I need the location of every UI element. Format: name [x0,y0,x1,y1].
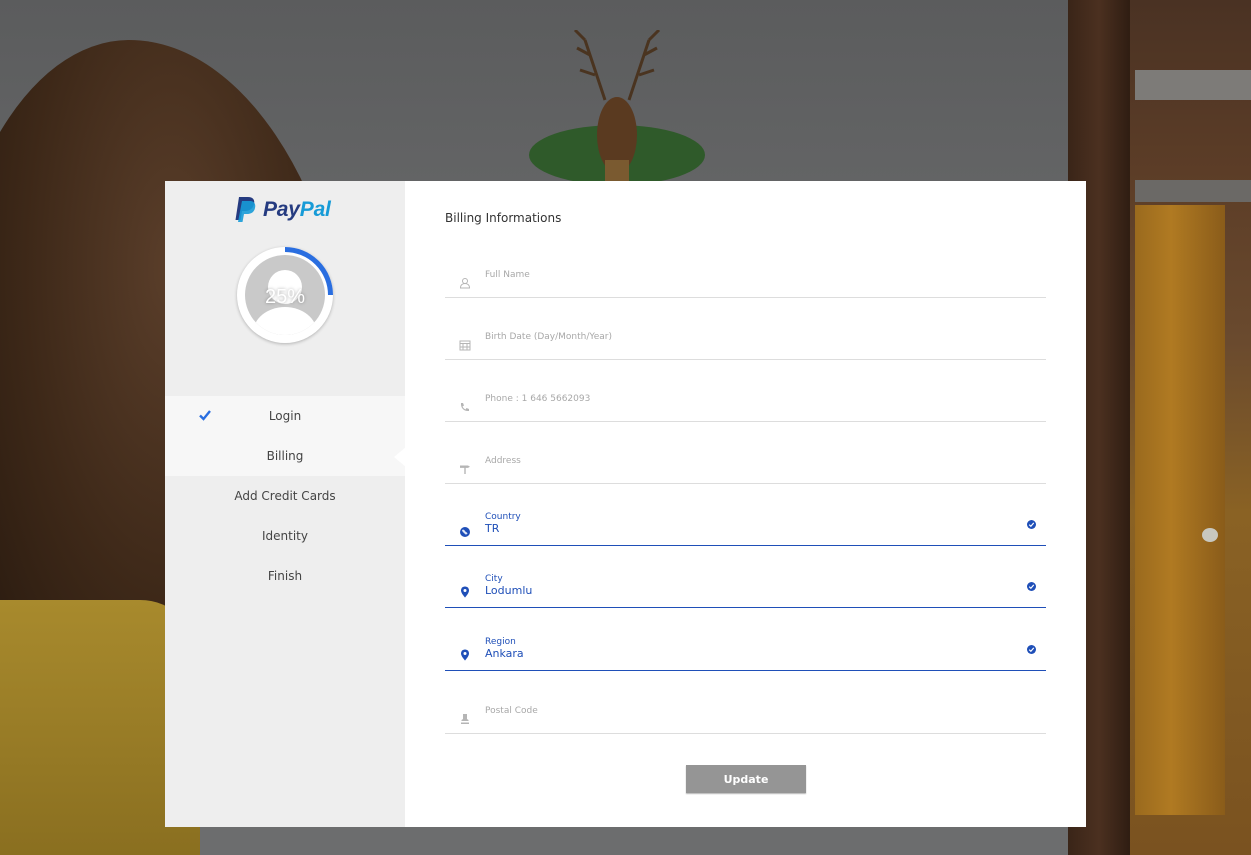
checkmark-icon [199,410,211,421]
deer-trophy-decoration [529,30,705,190]
postal-code-placeholder: Postal Code [485,706,538,716]
sidebar: PayPal 25% Login Billing Add Credit Card… [165,181,406,827]
step-label: Billing [266,449,304,463]
region-label: Region [485,637,516,647]
page-title: Billing Informations [445,211,562,225]
city-label: City [485,574,503,584]
city-field[interactable]: City Lodumlu [445,564,1046,608]
profile-progress: 25% [237,247,333,343]
step-finish[interactable]: Finish [165,556,405,596]
step-add-credit-cards[interactable]: Add Credit Cards [165,476,405,516]
map-pin-icon [461,649,469,661]
signpost-icon [460,465,470,474]
paypal-wordmark: PayPal [263,197,331,221]
phone-field[interactable]: Phone : 1 646 5662093 [445,378,1046,422]
step-list: Login Billing Add Credit Cards Identity … [165,396,406,596]
address-field[interactable]: Address [445,440,1046,484]
step-label: Identity [262,529,308,543]
calendar-icon [459,340,471,351]
step-billing[interactable]: Billing [165,436,406,476]
city-value: Lodumlu [485,584,533,597]
update-button[interactable]: Update [686,765,806,793]
paypal-p-icon [235,197,256,222]
phone-placeholder: Phone : 1 646 5662093 [485,394,591,404]
step-identity[interactable]: Identity [165,516,405,556]
check-circle-icon [1027,520,1036,529]
region-field[interactable]: Region Ankara [445,627,1046,671]
check-circle-icon [1027,645,1036,654]
globe-icon [460,527,470,537]
country-label: Country [485,512,521,522]
user-icon [459,278,471,289]
step-label: Login [268,409,302,423]
map-pin-icon [461,586,469,598]
registration-card: PayPal 25% Login Billing Add Credit Card… [165,181,1086,827]
postal-code-field[interactable]: Postal Code [445,690,1046,734]
step-login[interactable]: Login [165,396,405,436]
birth-date-placeholder: Birth Date (Day/Month/Year) [485,332,612,342]
paypal-logo: PayPal [233,196,331,223]
region-value: Ankara [485,647,524,660]
country-field[interactable]: Country TR [445,502,1046,546]
step-label: Finish [267,569,303,583]
phone-icon [460,403,469,412]
country-value: TR [485,522,500,535]
birth-date-field[interactable]: Birth Date (Day/Month/Year) [445,316,1046,360]
address-placeholder: Address [485,456,521,466]
full-name-field[interactable]: Full Name [445,254,1046,298]
full-name-placeholder: Full Name [485,270,530,280]
progress-percent: 25% [264,285,306,308]
postal-icon [461,714,469,724]
step-label: Add Credit Cards [234,489,336,503]
billing-form: Billing Informations Full Name Birth Dat… [405,181,1086,827]
check-circle-icon [1027,582,1036,591]
